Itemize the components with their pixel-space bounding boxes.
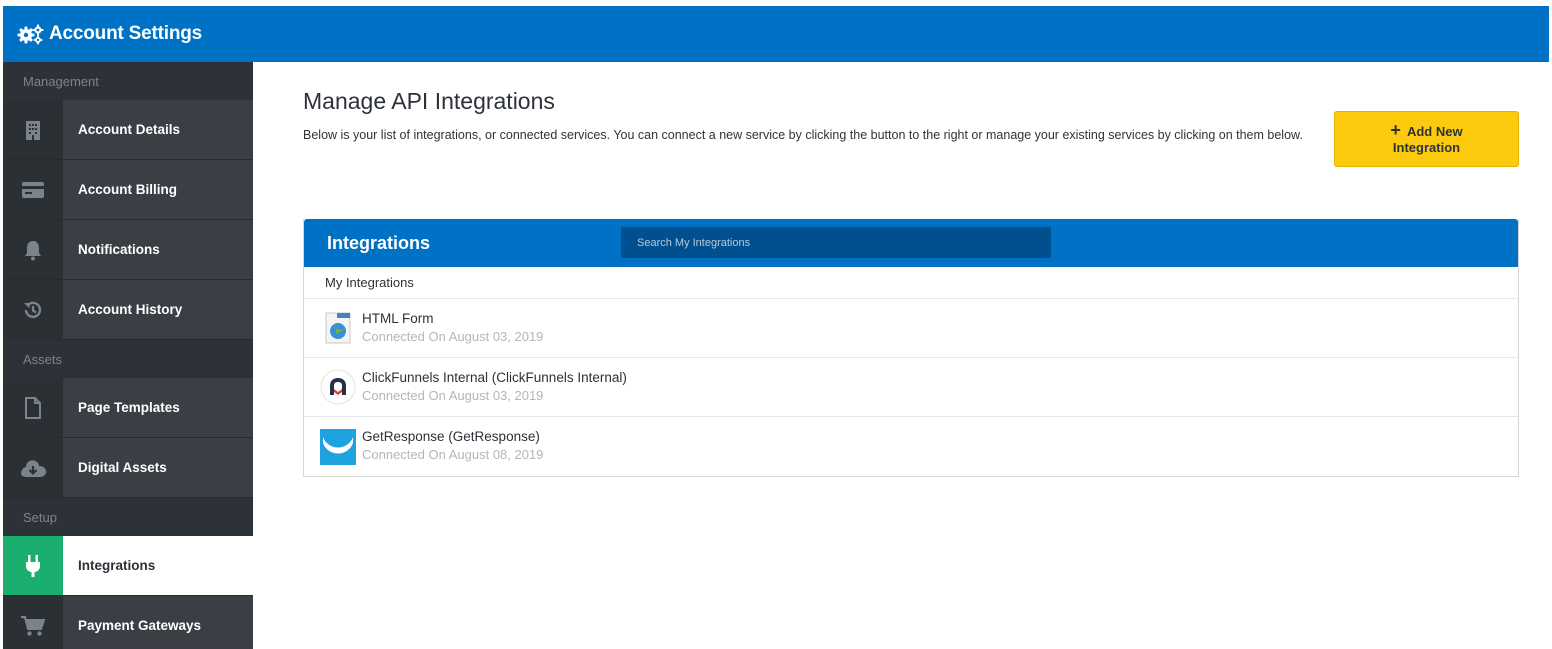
sidebar-item-account-details[interactable]: Account Details bbox=[3, 100, 253, 160]
sidebar-item-page-templates[interactable]: Page Templates bbox=[3, 378, 253, 438]
sidebar: Management Account Details Account Billi… bbox=[3, 62, 253, 649]
cloud-download-icon bbox=[3, 438, 63, 497]
sidebar-item-label: Digital Assets bbox=[63, 438, 253, 497]
panel-title: Integrations bbox=[327, 232, 431, 253]
sidebar-item-payment-gateways[interactable]: Payment Gateways bbox=[3, 596, 253, 649]
sidebar-section-setup: Setup bbox=[3, 498, 253, 536]
sidebar-item-account-history[interactable]: Account History bbox=[3, 280, 253, 340]
add-button-label-line2: Integration bbox=[1392, 140, 1461, 155]
credit-card-icon bbox=[3, 160, 63, 219]
sidebar-item-label: Integrations bbox=[63, 536, 253, 595]
integration-row-clickfunnels[interactable]: ClickFunnels Internal (ClickFunnels Inte… bbox=[304, 358, 1518, 417]
integration-connected-date: Connected On August 03, 2019 bbox=[362, 329, 544, 344]
sidebar-section-assets: Assets bbox=[3, 340, 253, 378]
add-new-integration-button[interactable]: + Add New Integration bbox=[1334, 111, 1519, 167]
building-icon bbox=[3, 100, 63, 159]
sidebar-item-label: Account Billing bbox=[63, 160, 253, 219]
sidebar-item-account-billing[interactable]: Account Billing bbox=[3, 160, 253, 220]
add-button-label-line1: Add New bbox=[1406, 124, 1463, 139]
search-integrations-input[interactable] bbox=[621, 227, 1051, 258]
file-icon bbox=[3, 378, 63, 437]
sidebar-item-label: Account History bbox=[63, 280, 253, 339]
bell-icon bbox=[3, 220, 63, 279]
integration-row-getresponse[interactable]: GetResponse (GetResponse) Connected On A… bbox=[304, 417, 1518, 476]
plug-icon bbox=[3, 536, 63, 595]
cart-icon bbox=[3, 596, 63, 649]
gears-icon bbox=[17, 22, 45, 46]
sidebar-section-management: Management bbox=[3, 62, 253, 100]
page-description: Below is your list of integrations, or c… bbox=[303, 128, 1303, 142]
integration-connected-date: Connected On August 08, 2019 bbox=[362, 447, 544, 462]
html-form-icon bbox=[320, 310, 356, 346]
sidebar-item-integrations[interactable]: Integrations bbox=[3, 536, 253, 596]
app-title: Account Settings bbox=[49, 23, 203, 44]
sidebar-item-label: Payment Gateways bbox=[63, 596, 253, 649]
integration-connected-date: Connected On August 03, 2019 bbox=[362, 388, 544, 403]
getresponse-icon bbox=[320, 428, 356, 465]
integration-name: ClickFunnels Internal (ClickFunnels Inte… bbox=[362, 370, 627, 385]
sidebar-item-label: Account Details bbox=[63, 100, 253, 159]
clickfunnels-icon bbox=[320, 369, 356, 405]
top-header-bar: Account Settings bbox=[3, 6, 1549, 62]
sidebar-item-digital-assets[interactable]: Digital Assets bbox=[3, 438, 253, 498]
plus-icon: + bbox=[1390, 120, 1401, 140]
integrations-panel-header: Integrations bbox=[304, 219, 1518, 267]
my-integrations-subheader: My Integrations bbox=[304, 267, 1518, 299]
integration-name: HTML Form bbox=[362, 311, 434, 326]
sidebar-item-label: Notifications bbox=[63, 220, 253, 279]
history-icon bbox=[3, 280, 63, 339]
integration-row-html-form[interactable]: HTML Form Connected On August 03, 2019 bbox=[304, 299, 1518, 358]
sidebar-item-label: Page Templates bbox=[63, 378, 253, 437]
integration-name: GetResponse (GetResponse) bbox=[362, 429, 540, 444]
page-title: Manage API Integrations bbox=[303, 88, 555, 114]
integrations-panel: Integrations My Integrations HTML Form C… bbox=[303, 219, 1519, 477]
sidebar-item-notifications[interactable]: Notifications bbox=[3, 220, 253, 280]
